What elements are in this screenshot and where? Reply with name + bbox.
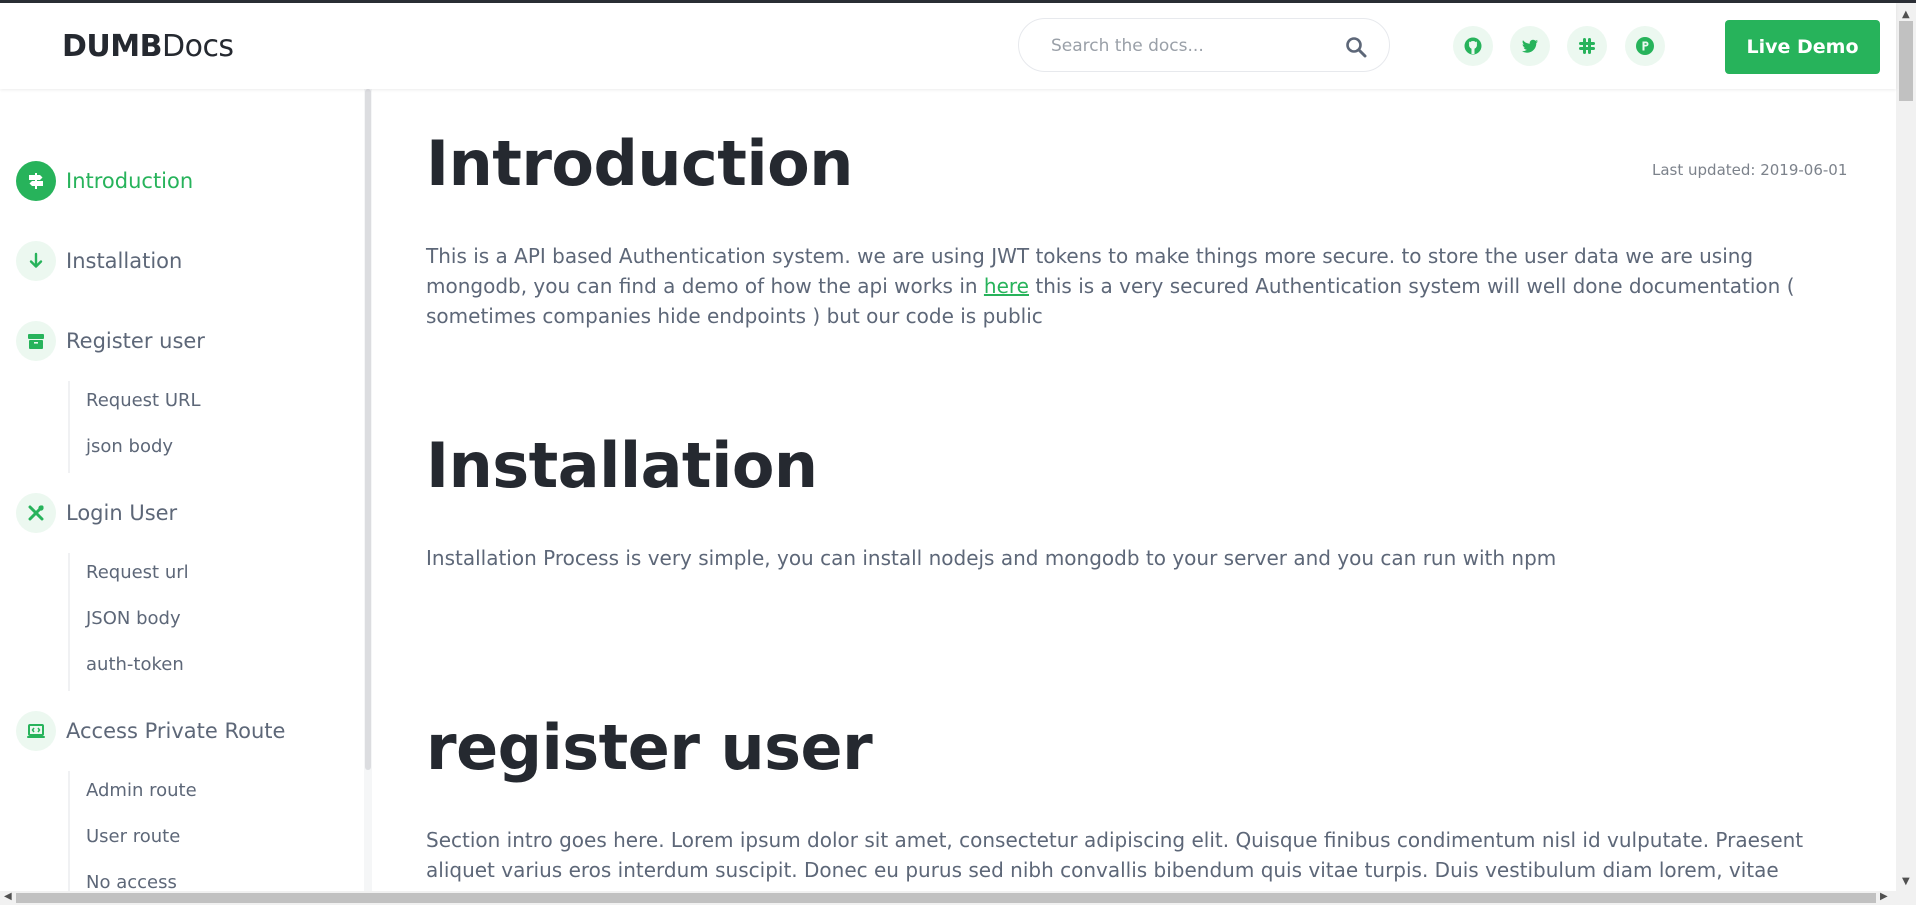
page-scrollbar-thumb[interactable] <box>1899 21 1913 101</box>
intro-paragraph: This is a API based Authentication syste… <box>426 241 1826 331</box>
scroll-up-arrow-icon[interactable]: ▲ <box>1902 9 1910 20</box>
site-logo[interactable]: DUMBDocs <box>62 29 234 64</box>
sidebar-item-register-user[interactable]: Register user <box>16 321 205 361</box>
sidebar-item-login-user[interactable]: Login User <box>16 493 177 533</box>
section-title-installation: Installation <box>426 429 818 502</box>
sidebar-scrollbar-thumb[interactable] <box>365 89 371 770</box>
github-icon <box>1464 37 1482 55</box>
subnav-no-access[interactable]: No access <box>86 872 177 891</box>
section-title-introduction: Introduction <box>426 127 853 200</box>
tools-icon <box>16 493 56 533</box>
subnav-user-route[interactable]: User route <box>86 826 180 847</box>
signpost-icon <box>16 161 56 201</box>
sidebar-item-installation[interactable]: Installation <box>16 241 182 281</box>
product-hunt-link[interactable] <box>1625 26 1665 66</box>
laptop-code-icon <box>16 711 56 751</box>
sidebar-item-access-private-route[interactable]: Access Private Route <box>16 711 285 751</box>
subnav-request-url[interactable]: Request url <box>86 562 189 583</box>
register-paragraph: Section intro goes here. Lorem ipsum dol… <box>426 828 1804 882</box>
site-header: DUMBDocs Live De <box>0 3 1896 89</box>
last-updated-label: Last updated: 2019-06-01 <box>1652 161 1848 179</box>
sidebar-item-introduction[interactable]: Introduction <box>16 161 193 201</box>
login-user-subnav: Request url JSON body auth-token <box>68 553 189 691</box>
access-private-route-subnav: Admin route User route No access <box>68 771 197 891</box>
sidebar-scrollbar[interactable] <box>364 89 372 891</box>
live-demo-button[interactable]: Live Demo <box>1725 20 1880 74</box>
installation-paragraph: Installation Process is very simple, you… <box>426 546 1557 570</box>
register-user-subnav: Request URL json body <box>68 381 201 473</box>
sidebar-nav: Introduction Installation Register user … <box>0 89 364 891</box>
scroll-down-arrow-icon[interactable]: ▼ <box>1902 876 1910 887</box>
search-box <box>1018 18 1390 72</box>
section-title-register-user: register user <box>426 711 873 784</box>
page-vertical-scrollbar[interactable]: ▲ ▼ <box>1896 3 1916 891</box>
subnav-json-body[interactable]: JSON body <box>86 608 181 629</box>
scroll-right-arrow-icon[interactable]: ▶ <box>1880 891 1888 902</box>
search-icon[interactable] <box>1345 36 1367 58</box>
twitter-icon <box>1522 39 1538 53</box>
subnav-json-body[interactable]: json body <box>86 436 173 457</box>
scroll-left-arrow-icon[interactable]: ◀ <box>4 891 12 902</box>
page-horizontal-scrollbar[interactable]: ◀ ▶ <box>0 891 1916 905</box>
sidebar-item-label: Installation <box>66 249 183 273</box>
box-icon <box>16 321 56 361</box>
slack-link[interactable] <box>1567 26 1607 66</box>
sidebar-item-label: Access Private Route <box>66 719 286 743</box>
subnav-admin-route[interactable]: Admin route <box>86 780 197 801</box>
github-link[interactable] <box>1453 26 1493 66</box>
arrow-down-icon <box>16 241 56 281</box>
sidebar-item-label: Register user <box>66 329 205 353</box>
demo-link[interactable]: here <box>984 274 1029 298</box>
product-hunt-icon <box>1636 37 1654 55</box>
logo-bold-text: DUMB <box>62 29 162 64</box>
twitter-link[interactable] <box>1510 26 1550 66</box>
sidebar-item-label: Introduction <box>66 169 194 193</box>
sidebar-item-label: Login User <box>66 501 178 525</box>
search-input[interactable] <box>1049 32 1333 60</box>
docs-content: Introduction Last updated: 2019-06-01 Th… <box>372 89 1896 891</box>
horizontal-scrollbar-thumb[interactable] <box>16 893 1876 903</box>
slack-icon <box>1579 38 1595 54</box>
logo-light-text: Docs <box>161 29 234 64</box>
subnav-request-url[interactable]: Request URL <box>86 390 201 411</box>
subnav-auth-token[interactable]: auth-token <box>86 654 184 675</box>
